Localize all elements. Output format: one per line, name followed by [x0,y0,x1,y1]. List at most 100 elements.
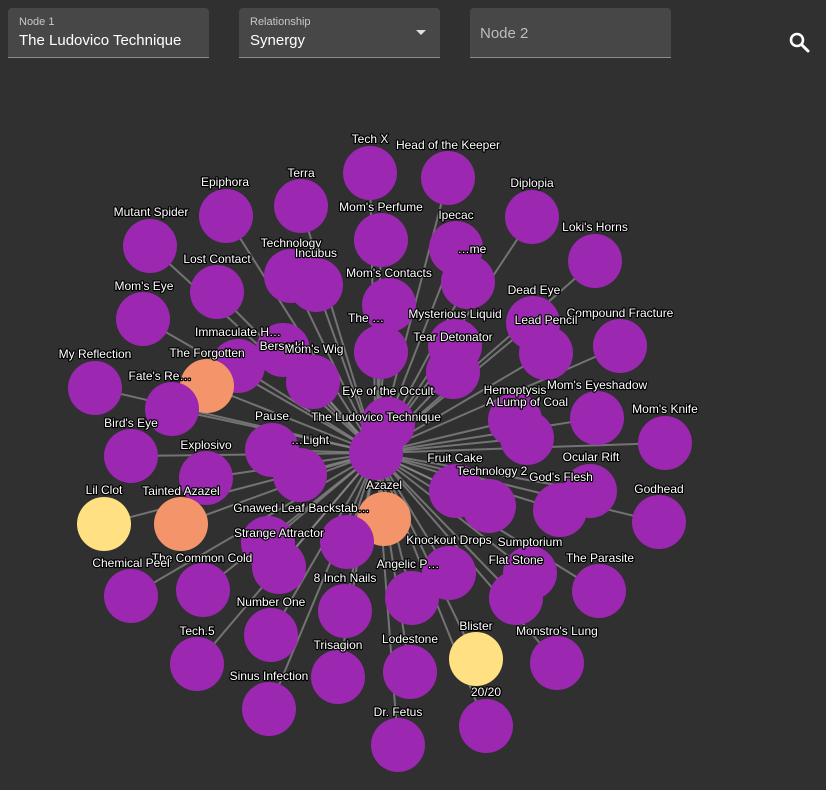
graph-node[interactable] [632,495,686,549]
graph-node-label: Head of the Keeper [396,138,500,152]
graph-node-label: Tech.5 [179,624,215,638]
graph-node[interactable] [572,564,626,618]
graph-node[interactable] [242,682,296,736]
graph-node-label: Bird's Eye [104,416,158,430]
graph-node[interactable] [441,255,495,309]
graph-node[interactable] [354,213,408,267]
graph-node-label: 8 Inch Nails [314,571,377,585]
graph-node[interactable] [533,483,587,537]
graph-node-label: A Lump of Coal [486,395,568,409]
graph-node[interactable] [519,326,573,380]
graph-node-label: The Forgotten [169,346,244,360]
graph-node[interactable] [385,571,439,625]
graph-node[interactable] [343,146,397,200]
graph-node[interactable] [449,632,503,686]
graph-node-label: Sumptorium [498,535,563,549]
graph-node[interactable] [500,411,554,465]
graph-node-label: Fate's Re… [129,369,192,383]
graph-node[interactable] [176,563,230,617]
graph-node-label: Fruit Cake [427,451,483,465]
graph-node-label: Gnawed Leaf [233,501,305,515]
graph-node-label: Trisagion [314,638,363,652]
graph-node[interactable] [154,497,208,551]
graph-node-label: Pause [255,409,289,423]
graph-node[interactable] [104,569,158,623]
graph-node[interactable] [426,345,480,399]
graph-node-label: Mom's Eye [115,279,174,293]
graph-node-label: Mom's Contacts [346,266,432,280]
graph-node[interactable] [570,391,624,445]
graph-node[interactable] [505,190,559,244]
graph-node[interactable] [421,151,475,205]
relationship-graph[interactable]: Tech X Head of the Keeper Epiphora Terra Dip… [0,0,826,790]
graph-node-label: Lead Pencil [515,313,578,327]
graph-node[interactable] [530,636,584,690]
graph-node-label: Mom's Eyeshadow [547,378,648,392]
graph-node[interactable] [244,608,298,662]
graph-node-label: Angelic P… [377,557,440,571]
graph-node-label: Mysterious Liquid [408,307,501,321]
graph-node-label: Compound Fracture [567,306,674,320]
graph-node[interactable] [354,325,408,379]
graph-node[interactable] [462,479,516,533]
graph-node[interactable] [68,361,122,415]
graph-node-label: Number One [237,595,306,609]
graph-node-label: Tech X [352,132,389,146]
graph-node-label: Mom's Knife [632,402,698,416]
graph-node[interactable] [273,448,327,502]
graph-node[interactable] [320,515,374,569]
graph-node[interactable] [286,355,340,409]
graph-node-label: Knockout Drops [406,533,491,547]
graph-node-label: God's Flesh [529,470,593,484]
graph-node[interactable] [170,637,224,691]
graph-node[interactable] [318,584,372,638]
graph-node[interactable] [104,429,158,483]
graph-node-label: Technology 2 [457,464,528,478]
graph-node-label: Eye of the Occult [342,384,434,398]
graph-node[interactable] [116,292,170,346]
graph-node[interactable] [638,416,692,470]
graph-node-label: Terra [287,166,315,180]
graph-node-label: Diplopia [510,176,554,190]
graph-node-label: Dr. Fetus [374,705,423,719]
graph-node-label: Godhead [634,482,683,496]
graph-node[interactable] [123,219,177,273]
graph-node-label: …me [458,242,487,256]
graph-node[interactable] [489,571,543,625]
graph-node[interactable] [568,234,622,288]
graph-node[interactable] [274,179,328,233]
graph-node-label: Monstro's Lung [516,624,598,638]
graph-node[interactable] [349,426,403,480]
graph-node-label: The Parasite [566,551,634,565]
graph-node[interactable] [199,189,253,243]
graph-node-label: Lost Contact [183,252,251,266]
graph-node-label: Sinus Infection [230,669,309,683]
graph-node[interactable] [311,650,365,704]
graph-node-label: Tear Detonator [413,330,492,344]
graph-node-label: Explosivo [180,438,232,452]
graph-node[interactable] [383,645,437,699]
graph-node[interactable] [289,258,343,312]
graph-node-label: The Ludovico Technique [311,410,441,424]
graph-node-label: Dead Eye [508,283,561,297]
graph-node-label: Mom's Perfume [339,200,423,214]
graph-node-label: Mutant Spider [114,205,189,219]
graph-node[interactable] [190,265,244,319]
graph-node[interactable] [593,319,647,373]
graph-node-label: Flat Stone [489,553,544,567]
graph-node-label: Lil Clot [86,483,123,497]
graph-node-label: Chemical Peel [92,556,169,570]
graph-node-label: Azazel [366,478,402,492]
graph-node[interactable] [371,718,425,772]
graph-node-label: My Reflection [59,347,132,361]
graph-node-label: Incubus [295,246,337,260]
graph-node-label: Blister [459,619,492,633]
graph-node-label: Immaculate H… [195,325,281,339]
graph-node-label: Epiphora [201,175,249,189]
graph-node-label: Loki's Horns [562,220,628,234]
graph-node-label: Mom's Wig [285,342,344,356]
graph-node-label: 20/20 [471,685,501,699]
graph-node[interactable] [459,699,513,753]
graph-node[interactable] [77,497,131,551]
graph-node[interactable] [252,540,306,594]
